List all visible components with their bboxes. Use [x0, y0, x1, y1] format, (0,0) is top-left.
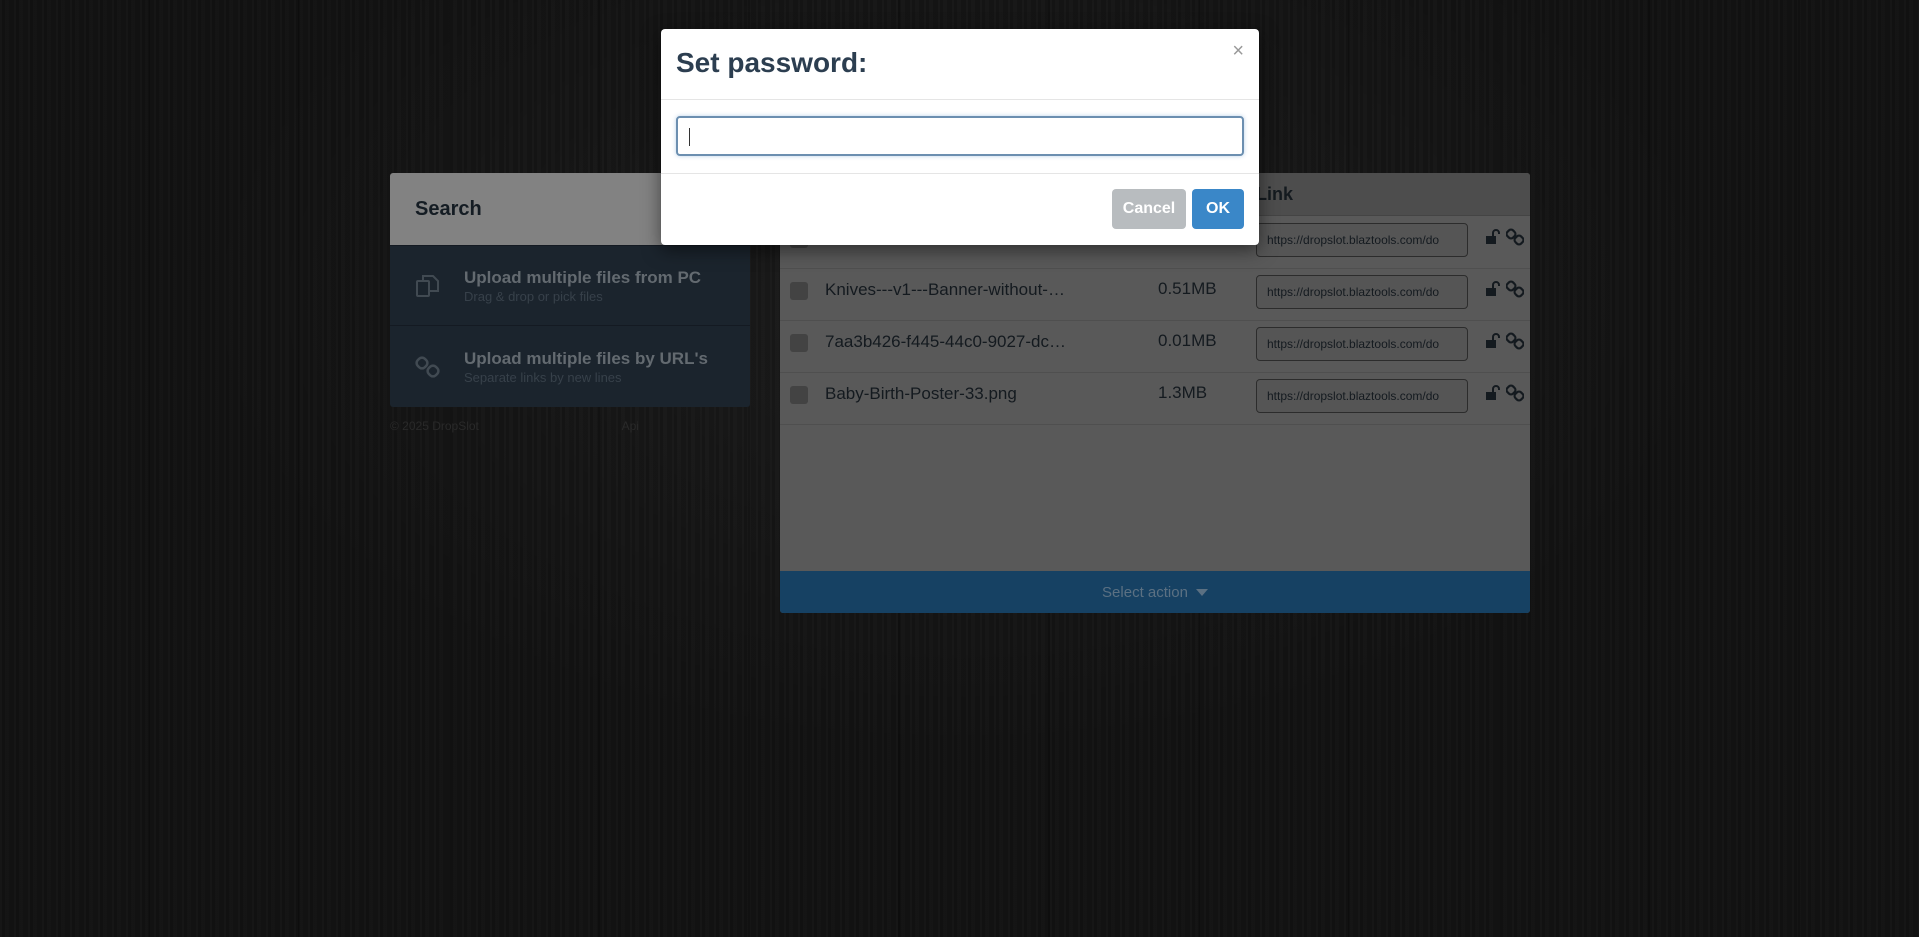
- set-password-dialog: Set password: × Cancel OK: [661, 29, 1259, 245]
- text-cursor: [689, 128, 690, 146]
- ok-button[interactable]: OK: [1192, 189, 1244, 229]
- cancel-button[interactable]: Cancel: [1112, 189, 1186, 229]
- modal-footer: Cancel OK: [661, 174, 1259, 244]
- close-icon[interactable]: ×: [1232, 41, 1244, 61]
- modal-body: [661, 100, 1259, 174]
- modal-header: Set password: ×: [661, 29, 1259, 100]
- modal-title: Set password:: [676, 47, 868, 78]
- password-input[interactable]: [676, 116, 1244, 156]
